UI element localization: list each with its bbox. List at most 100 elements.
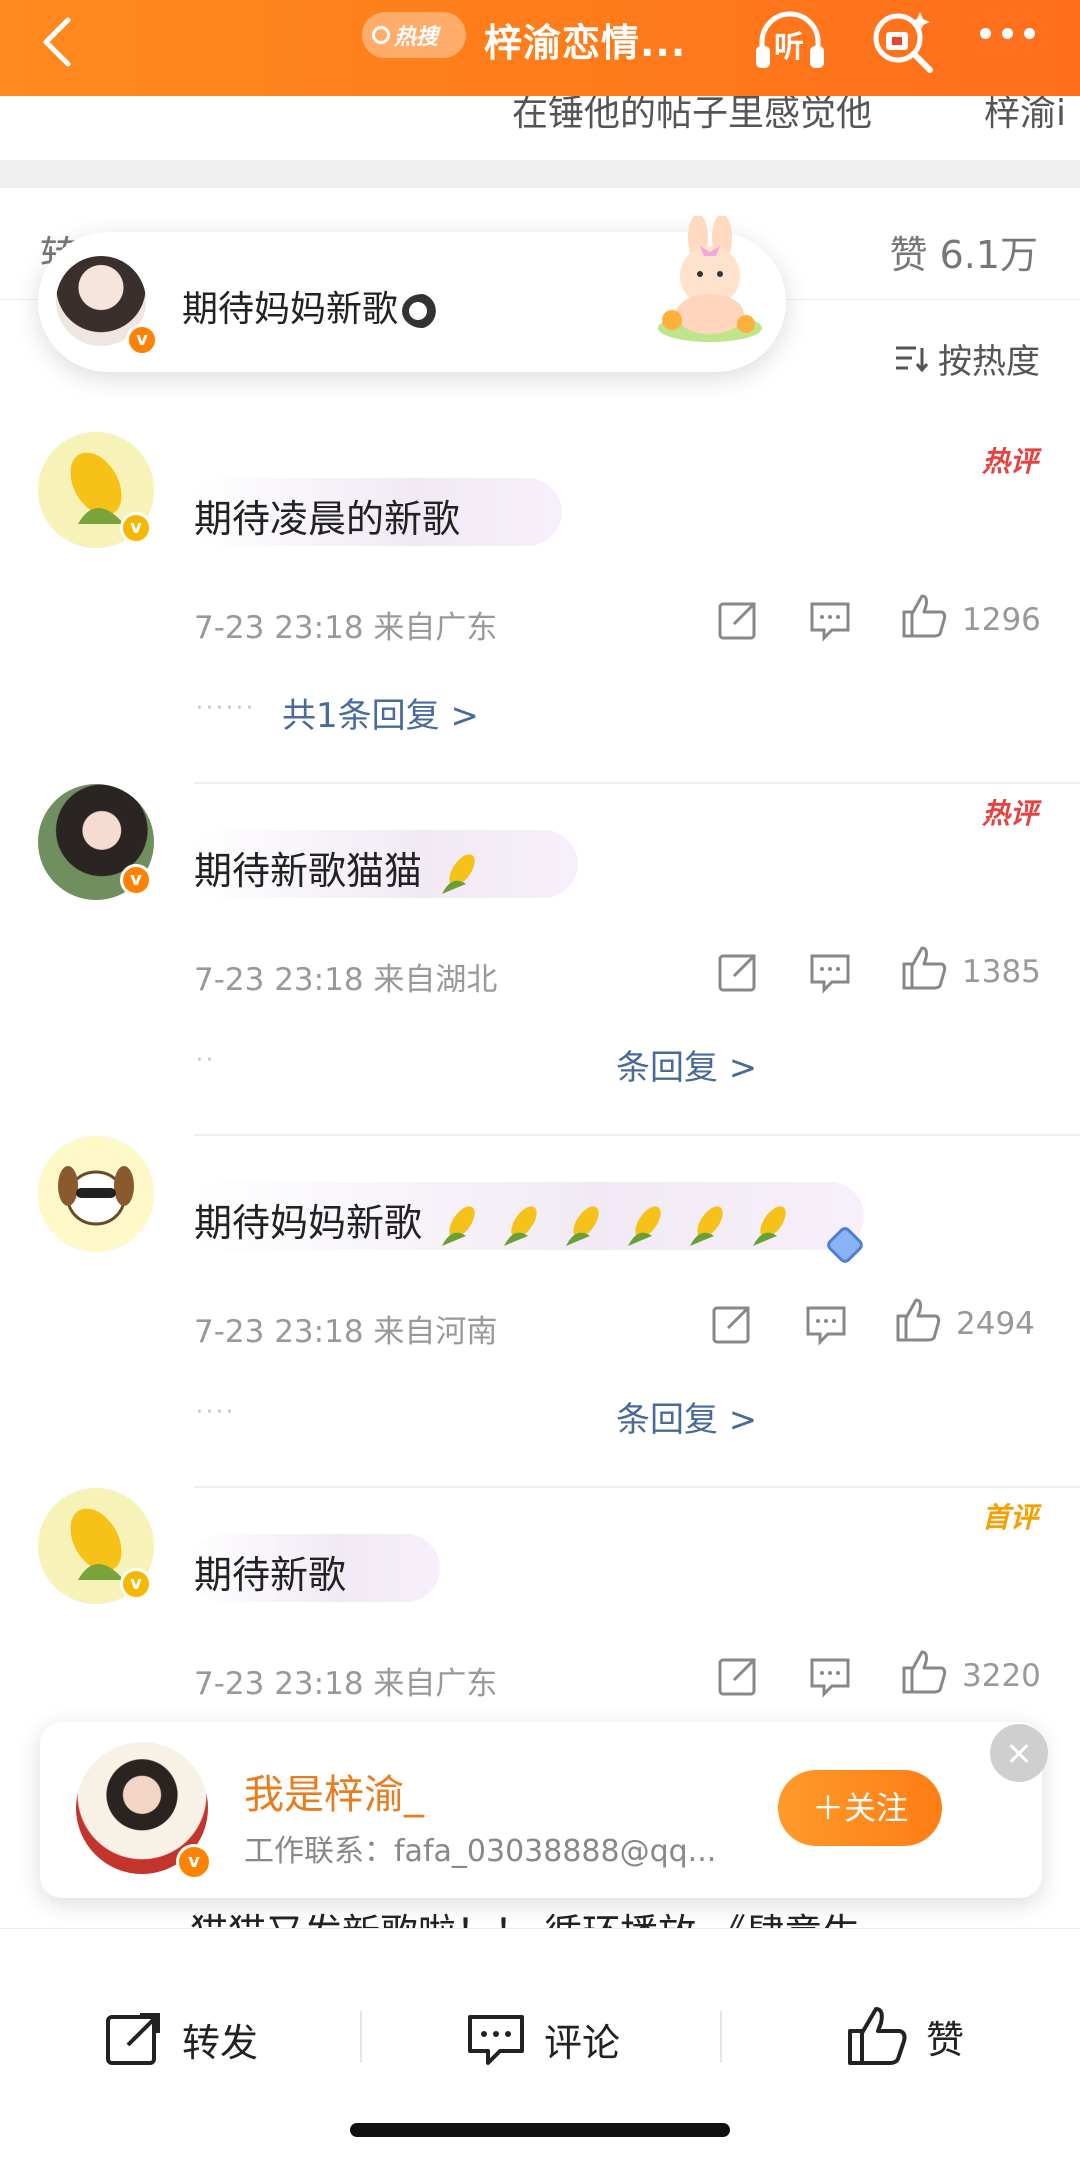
like-count: 1385 (962, 954, 1041, 990)
dog-avatar-icon (58, 1166, 134, 1226)
dot-icon (1024, 28, 1035, 39)
comment-icon[interactable] (808, 598, 852, 642)
related-topic-item[interactable]: 在锤他的帖子里感觉他 (512, 96, 872, 136)
follow-user-bio: 工作联系：fafa_03038888@qq... (244, 1834, 717, 1869)
comment-icon[interactable] (804, 1302, 848, 1346)
comment-time: 7-23 23:18 (194, 962, 364, 998)
next-comment-peek: 猫猫又发新歌啦！！ 循环播放 《肆意生 (190, 1902, 1010, 1928)
corn-emoji-icon (442, 1205, 475, 1246)
diamond-sticker-icon (827, 1227, 863, 1263)
comment-text: 期待凌晨的新歌 (194, 497, 461, 541)
repost-label: 转发 (182, 2020, 259, 2065)
comment-meta: 7-23 23:18 来自河南 (194, 1306, 497, 1351)
weibo-post-comments-page: 热搜 梓渝恋情... 听 在锤他的帖子里感觉他 梓渝i 赞 6.1万 v 期待妈… (0, 0, 1080, 2169)
comment-text: 期待妈妈新歌 (194, 1201, 423, 1245)
follow-user-name[interactable]: 我是梓渝_ (244, 1762, 424, 1820)
reply-dots: ······ (196, 696, 256, 721)
listen-label: 听 (774, 30, 804, 65)
thumbs-up-icon[interactable] (900, 1648, 948, 1696)
view-replies-link[interactable]: 条回复 > (616, 1040, 757, 1089)
comment-label: 评论 (544, 2020, 621, 2065)
verified-badge-icon: v (120, 512, 152, 544)
more-options-button[interactable] (976, 18, 1040, 48)
comment-meta: 7-23 23:18 来自广东 (194, 602, 497, 647)
repost-icon[interactable] (716, 1654, 760, 1698)
bunny-sticker-icon (658, 216, 762, 342)
corn-emoji-icon (752, 1205, 786, 1246)
thumbs-up-icon[interactable] (900, 944, 948, 992)
listen-button[interactable]: 听 (752, 6, 828, 76)
divider (360, 2011, 362, 2063)
like-label: 赞 (926, 2017, 965, 2062)
related-topics-bar: 在锤他的帖子里感觉他 梓渝i (0, 96, 1080, 162)
repost-icon[interactable] (716, 598, 760, 642)
view-replies-link[interactable]: 条回复 > (616, 1392, 757, 1441)
corn-emoji-icon (442, 853, 475, 894)
view-replies-link[interactable]: 共1条回复 > (282, 688, 479, 737)
comment-text: 期待新歌猫猫 (194, 849, 423, 893)
home-indicator[interactable] (350, 2123, 730, 2137)
hot-search-badge[interactable]: 热搜 (362, 12, 466, 58)
comment-time: 7-23 23:18 (194, 610, 364, 646)
related-topic-item[interactable]: 梓渝i (984, 96, 1066, 136)
avatar[interactable] (38, 1136, 154, 1252)
follow-button[interactable]: ＋关注 (778, 1770, 942, 1846)
reply-dots: ·· (196, 1048, 216, 1073)
dot-icon (1002, 28, 1013, 39)
repost-icon[interactable] (716, 950, 760, 994)
verified-badge-icon: v (176, 1844, 212, 1880)
banner-comment-text: 期待妈妈新歌 (182, 289, 399, 330)
comment-icon[interactable] (808, 1654, 852, 1698)
sort-by-heat-button[interactable]: 按热度 (894, 334, 1040, 383)
banner-text-wrap: 期待妈妈新歌 (182, 280, 443, 332)
search-button[interactable] (868, 6, 938, 76)
comment-location: 来自广东 (373, 610, 498, 646)
comment-meta: 7-23 23:18 来自广东 (194, 1658, 497, 1703)
verified-badge-icon: v (120, 1568, 152, 1600)
follow-suggestion-card[interactable]: v 我是梓渝_ 工作联系：fafa_03038888@qq... ＋关注 (40, 1722, 1048, 1898)
search-sparkle-icon (873, 12, 933, 73)
chevron-left-icon (43, 17, 71, 67)
hot-search-label: 热搜 (394, 25, 439, 50)
verified-badge-icon: v (120, 864, 152, 896)
comment-text-wrap: 期待新歌猫猫 (194, 840, 484, 898)
like-button[interactable]: 赞 (846, 2005, 964, 2067)
comment-button[interactable]: 评论 (466, 2009, 620, 2069)
reply-dots: ···· (196, 1400, 236, 1425)
hot-comment-tag: 热评 (981, 445, 1038, 478)
like-count: 2494 (956, 1306, 1035, 1342)
comment-item: v 期待新歌猫猫 热评 7-23 23:18 来自湖北 1385 ·· 条回复 … (0, 784, 1080, 1136)
comment-item: v 期待凌晨的新歌 热评 7-23 23:18 来自广东 1296 ······… (0, 432, 1080, 784)
bottom-action-bar: 转发 评论 赞 (0, 1928, 1080, 2169)
comment-time: 7-23 23:18 (194, 1314, 364, 1350)
close-icon[interactable] (990, 1724, 1048, 1782)
thumbs-up-icon[interactable] (894, 1296, 942, 1344)
verified-badge-icon: v (126, 324, 158, 356)
comment-location: 来自湖北 (373, 962, 498, 998)
comment-icon[interactable] (808, 950, 852, 994)
thumbs-up-icon[interactable] (900, 592, 948, 640)
sort-label: 按热度 (938, 342, 1040, 382)
like-count: 1296 (962, 602, 1041, 638)
corn-emoji-icon (628, 1205, 662, 1246)
corn-emoji-icon (504, 1205, 537, 1246)
comment-meta: 7-23 23:18 来自湖北 (194, 954, 497, 999)
tab-likes[interactable]: 赞 6.1万 (889, 224, 1038, 279)
section-gap (0, 162, 1080, 188)
repost-button[interactable]: 转发 (104, 2009, 258, 2069)
thumbs-up-icon (848, 2007, 907, 2065)
comment-text-wrap: 期待妈妈新歌 (194, 1192, 795, 1250)
page-title[interactable]: 梓渝恋情... (484, 12, 686, 67)
like-count: 3220 (962, 1658, 1041, 1694)
corn-emoji-icon (566, 1205, 599, 1246)
back-button[interactable] (30, 12, 90, 72)
comment-location: 来自河南 (373, 1314, 498, 1350)
dot-icon (980, 28, 991, 39)
comment-text: 期待新歌 (194, 1553, 347, 1597)
repost-icon (106, 2013, 160, 2065)
repost-icon[interactable] (710, 1302, 754, 1346)
hot-comment-tag: 热评 (981, 797, 1038, 830)
sort-icon (896, 346, 928, 372)
comment-time: 7-23 23:18 (194, 1666, 364, 1702)
comment-item: 期待妈妈新歌 7-23 23:18 来自河南 2494 ···· 条回复 > (0, 1136, 1080, 1488)
